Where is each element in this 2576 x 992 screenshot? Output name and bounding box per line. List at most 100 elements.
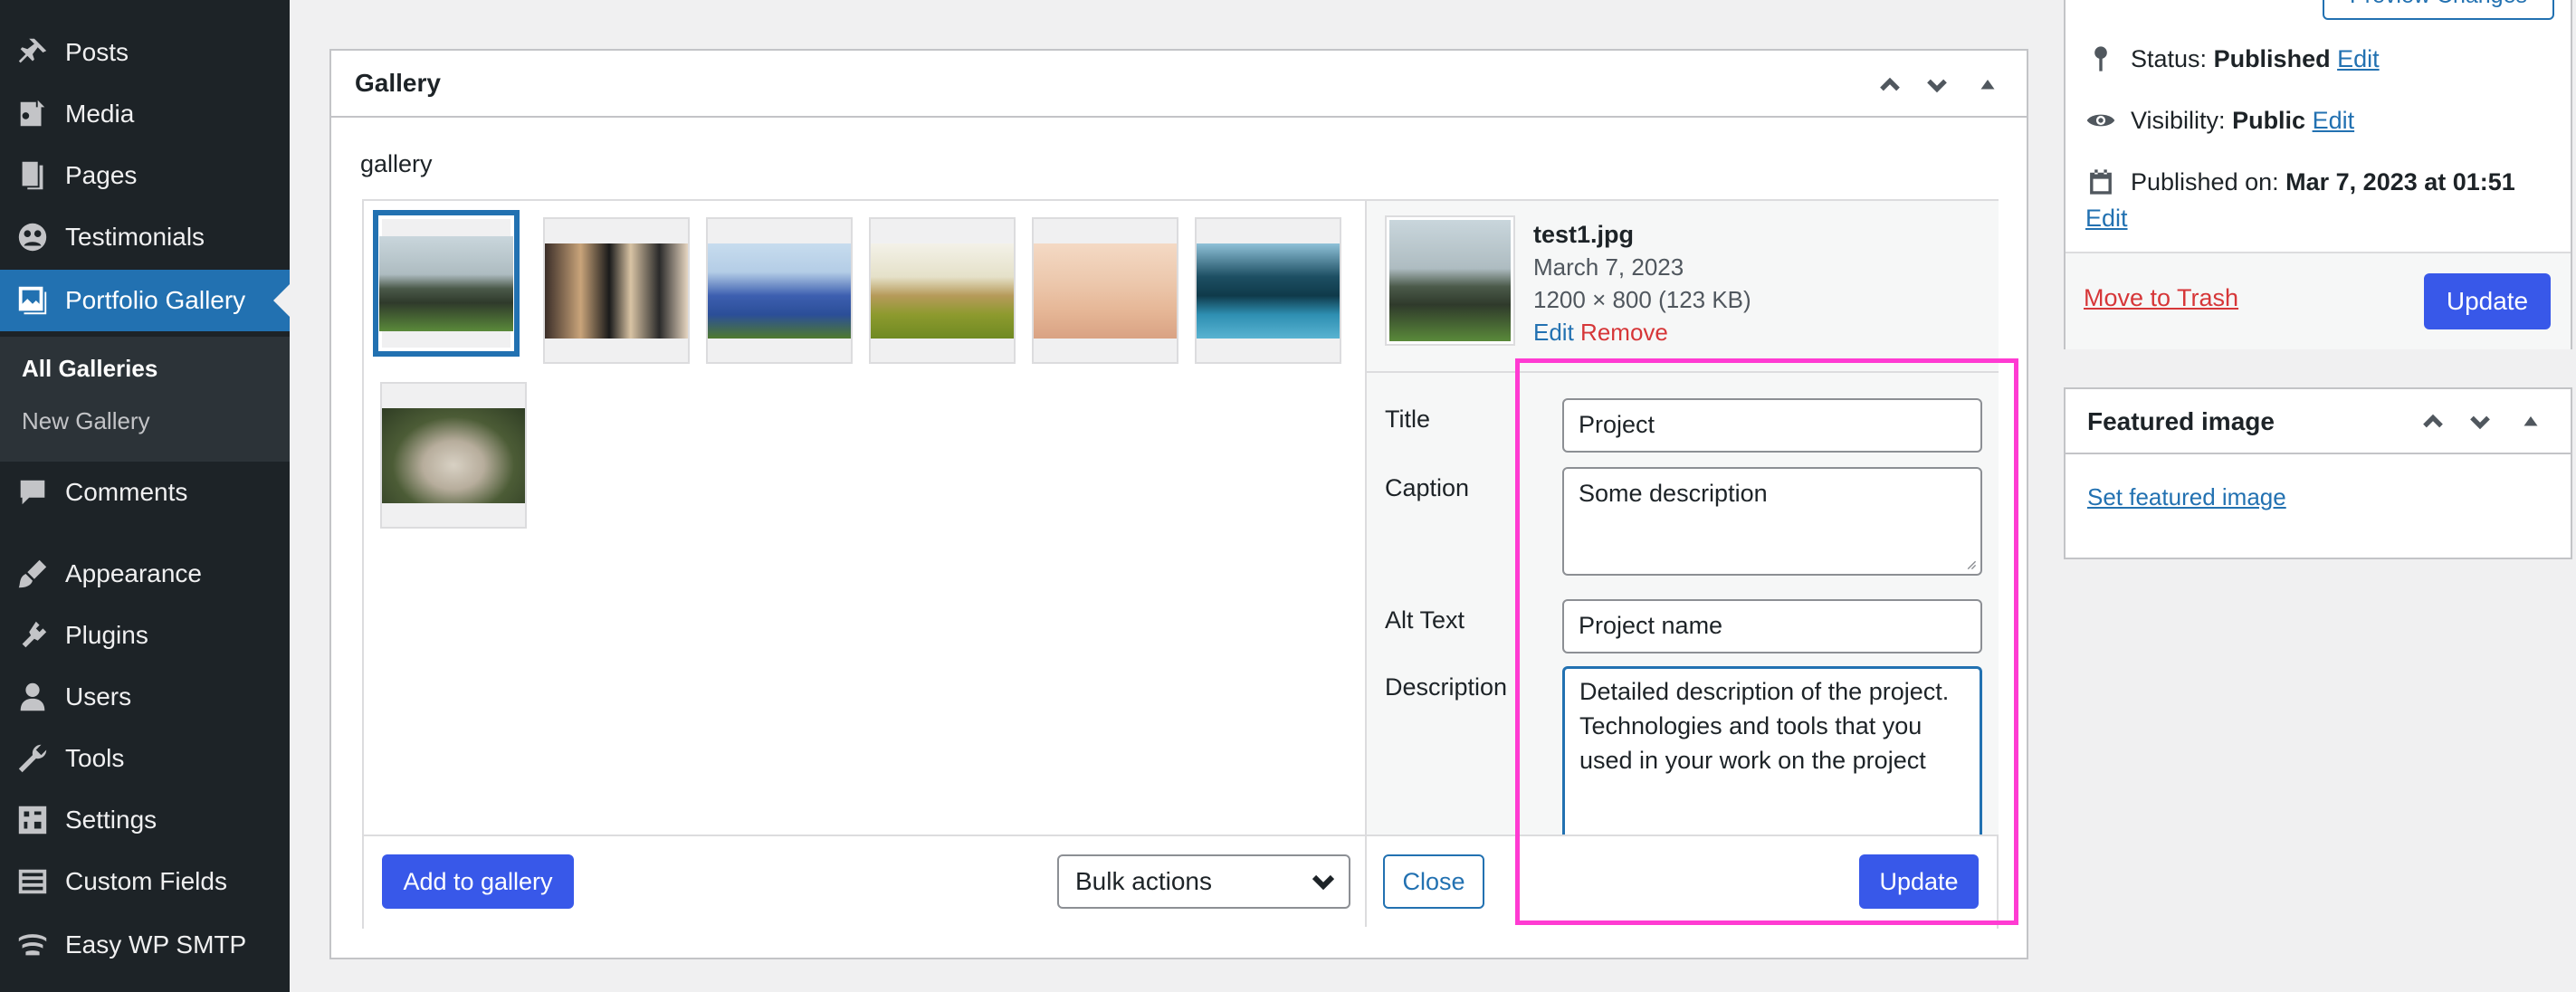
thumbnail-image (1197, 243, 1340, 339)
pin-status-icon (2094, 46, 2107, 72)
menu-item-easy-wp-smtp[interactable]: Easy WP SMTP (0, 914, 290, 976)
thumbnail-lake-kayak[interactable] (1195, 217, 1341, 364)
edit-image-link[interactable]: Edit (1533, 319, 1574, 346)
menu-item-settings[interactable]: Settings (0, 789, 290, 851)
menu-label: Users (65, 682, 132, 711)
admin-sidebar: Posts Media Pages Testimonials Portfolio… (0, 0, 290, 992)
comments-icon (0, 475, 65, 510)
attachment-preview-image (1389, 220, 1511, 341)
menu-item-posts[interactable]: Posts (0, 22, 290, 83)
published-row: Published on: Mar 7, 2023 at 01:51 (2085, 167, 2515, 197)
title-label: Title (1385, 405, 1431, 433)
remove-image-link[interactable]: Remove (1580, 319, 1668, 346)
thumbnail-grid (364, 201, 1365, 835)
menu-item-custom-fields[interactable]: Custom Fields (0, 851, 290, 912)
gallery-title: Gallery (355, 69, 441, 97)
chevron-up-icon (1880, 77, 1900, 91)
thumbnail-flowers[interactable] (706, 217, 853, 364)
triangle-up-icon (2524, 416, 2538, 426)
menu-label: Posts (65, 38, 129, 66)
pin-icon (0, 35, 65, 70)
settings-icon (0, 803, 65, 837)
caption-label: Caption (1385, 474, 1470, 501)
attachment-preview (1385, 215, 1515, 346)
featured-toggle-button[interactable] (2513, 404, 2549, 440)
menu-label: Comments (65, 478, 188, 506)
menu-label: Appearance (65, 559, 203, 587)
wrench-icon (0, 741, 65, 776)
thumbnail-cameras[interactable] (543, 217, 690, 364)
menu-item-appearance[interactable]: Appearance (0, 543, 290, 605)
publish-update-button[interactable]: Update (2424, 273, 2551, 329)
plugin-icon (0, 618, 65, 653)
gallery-header: Gallery (331, 51, 2027, 118)
visibility-edit-link[interactable]: Edit (2313, 107, 2355, 135)
submenu-new-gallery[interactable]: New Gallery (22, 407, 150, 435)
eye-icon (2086, 114, 2115, 127)
highlight-box (1515, 358, 2018, 925)
publish-footer: Move to Trash Update (2066, 252, 2571, 349)
submenu-all-galleries[interactable]: All Galleries (22, 355, 157, 383)
thumbnail-image (708, 243, 851, 339)
thumbnail-image (382, 407, 525, 503)
calendar-icon (2090, 169, 2112, 195)
visibility-label: Visibility: (2131, 106, 2226, 134)
menu-item-portfolio-gallery[interactable]: Portfolio Gallery (0, 270, 290, 331)
attachment-links: Edit Remove (1533, 319, 1668, 347)
thumbnail-image (545, 243, 688, 339)
bulk-actions-select[interactable]: Bulk actions (1057, 854, 1350, 909)
description-label: Description (1385, 673, 1508, 701)
status-label: Status: (2131, 44, 2208, 72)
move-up-button[interactable] (1872, 67, 1908, 103)
menu-label: Testimonials (65, 223, 205, 251)
move-to-trash-link[interactable]: Move to Trash (2084, 284, 2238, 312)
close-button[interactable]: Close (1383, 854, 1484, 909)
thumbnail-dog-blanket[interactable] (380, 382, 527, 529)
attachment-filename: test1.jpg (1533, 221, 1635, 248)
menu-item-media[interactable]: Media (0, 83, 290, 145)
menu-label: Portfolio Gallery (65, 286, 246, 314)
menu-item-tools[interactable]: Tools (0, 728, 290, 789)
thumbnail-desert[interactable] (1032, 217, 1178, 364)
featured-image-metabox: Featured image Set featured image (2064, 387, 2572, 559)
thumbnail-tent[interactable] (869, 217, 1016, 364)
thumbnail-rocks[interactable] (373, 210, 520, 357)
menu-label: Settings (65, 806, 157, 834)
chevron-up-icon (2423, 414, 2443, 428)
add-to-gallery-button[interactable]: Add to gallery (382, 854, 574, 909)
toggle-panel-button[interactable] (1970, 67, 2006, 103)
active-arrow (273, 284, 290, 317)
gallery-icon (0, 283, 65, 318)
chevron-down-icon (2470, 415, 2490, 430)
menu-label: Plugins (65, 621, 148, 649)
thumbnail-image (871, 243, 1014, 339)
alt-text-label: Alt Text (1385, 606, 1465, 634)
menu-item-testimonials[interactable]: Testimonials (0, 206, 290, 268)
chevron-down-icon (1312, 874, 1334, 891)
submenu-portfolio: All Galleries New Gallery (0, 337, 290, 462)
smtp-icon (0, 928, 65, 962)
menu-item-users[interactable]: Users (0, 666, 290, 728)
move-down-button[interactable] (1919, 67, 1955, 103)
featured-title: Featured image (2087, 407, 2275, 435)
fields-icon (0, 864, 65, 899)
menu-item-pages[interactable]: Pages (0, 145, 290, 206)
menu-label: Pages (65, 161, 138, 189)
menu-item-plugins[interactable]: Plugins (0, 605, 290, 666)
publish-metabox: Preview Changes Status: Published Edit V… (2064, 0, 2572, 349)
gallery-field-label: gallery (360, 150, 433, 177)
published-edit-link[interactable]: Edit (2085, 205, 2128, 233)
status-value: Published (2213, 44, 2331, 72)
featured-move-down-button[interactable] (2462, 404, 2498, 440)
status-edit-link[interactable]: Edit (2337, 45, 2380, 73)
featured-move-up-button[interactable] (2415, 404, 2451, 440)
triangle-up-icon (1980, 80, 1995, 90)
preview-changes-button[interactable]: Preview Changes (2323, 0, 2554, 20)
menu-item-comments[interactable]: Comments (0, 462, 290, 523)
attachment-dimensions: 1200 × 800 (123 KB) (1533, 286, 1751, 313)
pages-icon (0, 158, 65, 193)
bulk-actions-value: Bulk actions (1075, 867, 1212, 895)
attachment-info: test1.jpg March 7, 2023 1200 × 800 (123 … (1367, 201, 1999, 373)
user-icon (0, 680, 65, 714)
set-featured-image-link[interactable]: Set featured image (2087, 483, 2286, 511)
